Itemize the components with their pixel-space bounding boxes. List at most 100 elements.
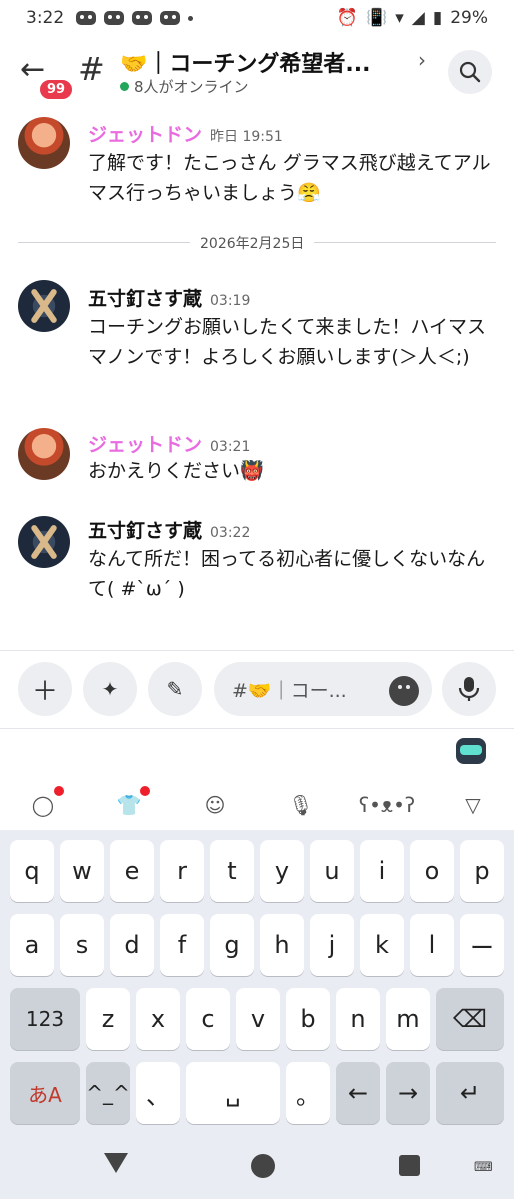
nav-home-icon[interactable] (251, 1154, 275, 1178)
apps-button[interactable]: ✦ (83, 662, 137, 716)
notification-dot (140, 786, 150, 796)
online-count: 8人がオンライン (134, 78, 249, 96)
key[interactable]: r (160, 840, 204, 902)
nav-recents-icon[interactable] (399, 1155, 420, 1176)
key[interactable]: q (10, 840, 54, 902)
emoji-face-icon[interactable]: ☺ (200, 790, 230, 820)
key[interactable]: f (160, 914, 204, 976)
key[interactable]: z (86, 988, 130, 1050)
key[interactable]: e (110, 840, 154, 902)
key[interactable]: m (386, 988, 430, 1050)
author-name[interactable]: 五寸釘さす蔵 (88, 288, 202, 310)
key[interactable]: p (460, 840, 504, 902)
message-author[interactable]: 五寸釘さす蔵 03:22 (88, 516, 250, 543)
message-author[interactable]: ジェットドン 昨日 19:51 (88, 120, 283, 147)
voice-input-icon[interactable]: 🎙 (286, 790, 316, 820)
comma-key[interactable]: 、 (136, 1062, 180, 1124)
apps-icon: ✦ (101, 677, 119, 701)
chat-bubble-icon[interactable]: ◯ (28, 790, 58, 820)
key[interactable]: k (360, 914, 404, 976)
assistant-robot-icon[interactable] (456, 738, 486, 764)
bear-sticker-icon[interactable]: ʕ•ᴥ•ʔ (359, 790, 415, 820)
unread-badge: 99 (38, 78, 75, 101)
add-attachment-button[interactable]: ＋ (18, 662, 72, 716)
chevron-right-icon[interactable]: › (418, 48, 426, 72)
nav-back-icon[interactable] (104, 1153, 128, 1173)
discord-notification-icon (132, 11, 153, 25)
key[interactable]: y (260, 840, 304, 902)
key[interactable]: s (60, 914, 104, 976)
theme-shirt-icon[interactable]: 👕 (114, 790, 144, 820)
message-body[interactable]: なんて所だ！困ってる初心者に優しくないなんて( #`ω´ ) (88, 544, 498, 604)
alarm-icon: ⏰ (336, 8, 359, 28)
sticker-icon: ✎ (166, 677, 184, 701)
key[interactable]: o (410, 840, 454, 902)
numbers-key[interactable]: 123 (10, 988, 80, 1050)
key[interactable]: n (336, 988, 380, 1050)
notification-icons (76, 11, 194, 25)
keyboard-toolbar (0, 740, 514, 830)
signal-icon: ◢ (411, 8, 425, 28)
date-divider: 2026年2月25日 (190, 233, 315, 253)
message-timestamp: 03:22 (210, 525, 251, 541)
avatar[interactable] (18, 428, 70, 480)
collapse-keyboard-icon[interactable]: ▽ (458, 790, 488, 820)
microphone-icon (458, 677, 480, 701)
key[interactable]: v (236, 988, 280, 1050)
input-mode-key[interactable]: あA (10, 1062, 80, 1124)
key[interactable]: c (186, 988, 230, 1050)
system-icons: ⏰ 📳 ▾ ◢ ▮ 29% (337, 8, 488, 28)
more-notifications-icon (188, 15, 194, 21)
search-button[interactable] (448, 50, 492, 94)
author-name[interactable]: 五寸釘さす蔵 (88, 520, 202, 542)
key[interactable]: h (260, 914, 304, 976)
author-name[interactable]: ジェットドン (88, 434, 202, 456)
channel-title[interactable]: 🤝｜コーチング希望者... (120, 46, 410, 78)
author-name[interactable]: ジェットドン (88, 124, 202, 146)
battery-icon: ▮ (432, 8, 443, 28)
voice-message-button[interactable] (442, 662, 496, 716)
cursor-left-key[interactable]: ← (336, 1062, 380, 1124)
search-icon (459, 61, 481, 83)
key[interactable]: i (360, 840, 404, 902)
key[interactable]: l (410, 914, 454, 976)
enter-key[interactable]: ↵ (436, 1062, 504, 1124)
space-key[interactable]: ␣ (186, 1062, 280, 1124)
message-author[interactable]: ジェットドン 03:21 (88, 430, 250, 457)
gift-button[interactable]: ✎ (148, 662, 202, 716)
discord-notification-icon (104, 11, 125, 25)
channel-header: ← 99 # 🤝｜コーチング希望者... 8人がオンライン › (0, 36, 514, 108)
avatar[interactable] (18, 117, 70, 169)
notification-dot (54, 786, 64, 796)
battery-percent: 29% (450, 8, 488, 28)
message-timestamp: 03:19 (210, 293, 251, 309)
avatar[interactable] (18, 516, 70, 568)
key[interactable]: t (210, 840, 254, 902)
key[interactable]: g (210, 914, 254, 976)
key[interactable]: j (310, 914, 354, 976)
key[interactable]: x (136, 988, 180, 1050)
key[interactable]: b (286, 988, 330, 1050)
status-bar: 3:22 ⏰ 📳 ▾ ◢ ▮ 29% (0, 0, 514, 36)
key[interactable]: a (10, 914, 54, 976)
period-key[interactable]: 。 (286, 1062, 330, 1124)
avatar[interactable] (18, 280, 70, 332)
online-dot-icon (120, 82, 129, 91)
key[interactable]: ー (460, 914, 504, 976)
vibrate-icon: 📳 (366, 8, 388, 28)
message-author[interactable]: 五寸釘さす蔵 03:19 (88, 284, 250, 311)
key[interactable]: u (310, 840, 354, 902)
message-body[interactable]: おかえりください👹 (88, 456, 498, 486)
keyboard-switch-icon[interactable]: ⌨ (474, 1160, 493, 1175)
message-placeholder: #🤝｜コー... (232, 679, 347, 702)
cursor-right-key[interactable]: → (386, 1062, 430, 1124)
message-body[interactable]: コーチングお願いしたくて来ました！ハイマスマノンです！よろしくお願いします(＞人… (88, 312, 498, 372)
key[interactable]: w (60, 840, 104, 902)
emoticon-key[interactable]: ^_^ (86, 1062, 130, 1124)
emoji-button[interactable] (389, 676, 419, 706)
key[interactable]: d (110, 914, 154, 976)
message-timestamp: 03:21 (210, 439, 251, 455)
backspace-key[interactable]: ⌫ (436, 988, 504, 1050)
message-body[interactable]: 了解です！たこっさん グラマス飛び越えてアルマス行っちゃいましょう😤 (88, 148, 498, 208)
composer-divider (0, 650, 514, 651)
